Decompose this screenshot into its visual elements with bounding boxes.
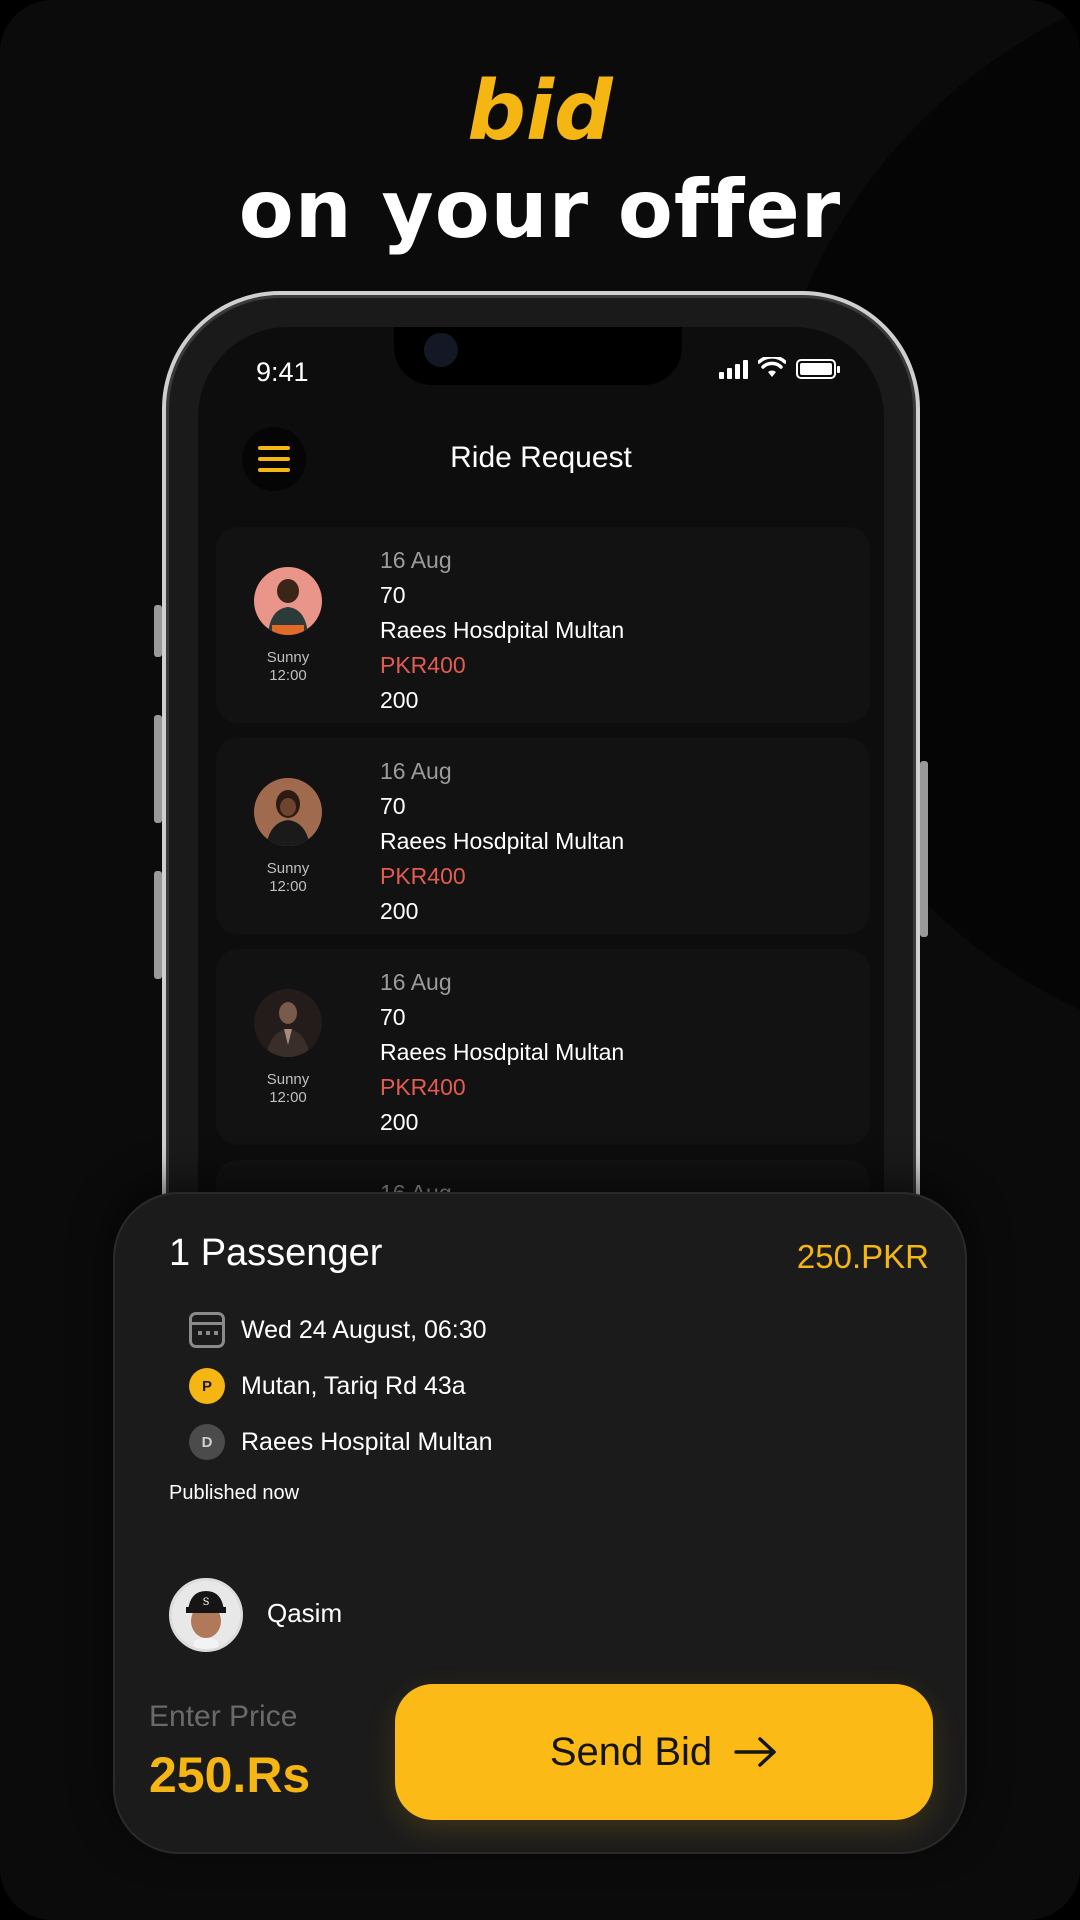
ride-date: 16 Aug [380,758,452,784]
pickup-location: Mutan, Tariq Rd 43a [241,1371,466,1400]
volume-down-button [154,871,162,979]
headline-accent: bid [467,64,613,159]
passenger-name: Sunny [266,649,310,666]
request-time: 12:00 [269,667,307,684]
svg-text:S: S [203,1597,210,1608]
ride-date: 16 Aug [380,547,452,573]
ride-price: PKR400 [380,652,466,678]
ride-destination: Raees Hosdpital Multan [380,617,625,643]
passenger-name: Sunny [266,1071,310,1088]
request-time: 12:00 [269,878,307,895]
request-time: 12:00 [269,1089,307,1106]
ride-amount: 200 [380,898,419,924]
headline-main: on your offer [238,163,842,256]
ride-destination: Raees Hosdpital Multan [380,828,625,854]
headline: bid on your offer [0,62,1080,258]
enter-price-label: Enter Price [149,1700,298,1733]
status-icons [719,357,840,379]
published-status: Published now [169,1482,300,1504]
passenger-avatar [254,567,322,635]
ride-price: PKR400 [380,863,466,889]
volume-up-button [154,715,162,823]
calendar-icon [189,1312,225,1348]
ride-amount: 200 [380,687,419,713]
ride-datetime: Wed 24 August, 06:30 [241,1315,487,1344]
dropoff-location: Raees Hospital Multan [241,1427,493,1456]
notch [394,327,682,385]
passenger-count: 1 Passenger [169,1232,383,1274]
ride-distance: 70 [380,1004,406,1030]
power-button [920,761,928,937]
battery-icon [796,359,840,379]
pickup-icon: P [189,1368,225,1404]
user-name: Qasim [267,1598,343,1628]
ride-date: 16 Aug [380,969,452,995]
offer-fare: 250.PKR [796,1238,929,1275]
ride-request-card[interactable]: Sunny 12:00 16 Aug 70 Raees Hosdpital Mu… [216,527,870,723]
pickup-row: P Mutan, Tariq Rd 43a [189,1368,466,1404]
ride-destination: Raees Hosdpital Multan [380,1039,625,1065]
send-bid-label: Send Bid [549,1729,713,1774]
send-bid-button[interactable]: Send Bid [395,1684,933,1820]
price-input[interactable]: 250.Rs [149,1746,310,1804]
datetime-row: Wed 24 August, 06:30 [189,1312,487,1348]
bid-sheet: 1 Passenger 250.PKR Wed 24 August, 06:30… [113,1192,967,1854]
dropoff-row: D Raees Hospital Multan [189,1424,493,1460]
user-avatar[interactable]: S [169,1578,243,1652]
app-header: Ride Request [198,413,884,513]
passenger-avatar [254,989,322,1057]
dropoff-icon: D [189,1424,225,1460]
wifi-icon [758,357,786,377]
status-time: 9:41 [256,357,309,387]
ride-amount: 200 [380,1109,419,1135]
promo-canvas: bid on your offer 9:41 Ride Request Sunn… [0,0,1080,1920]
ride-request-card[interactable]: Sunny 12:00 16 Aug 70 Raees Hosdpital Mu… [216,738,870,934]
ride-distance: 70 [380,582,406,608]
passenger-name: Sunny [266,860,310,877]
front-camera [424,333,458,367]
arrow-right-icon [734,1737,776,1767]
signal-icon [719,359,748,379]
ride-price: PKR400 [380,1074,466,1100]
mute-switch [154,605,162,657]
ride-request-card[interactable]: Sunny 12:00 16 Aug 70 Raees Hosdpital Mu… [216,949,870,1145]
ride-distance: 70 [380,793,406,819]
passenger-avatar [254,778,322,846]
page-title: Ride Request [450,441,632,474]
